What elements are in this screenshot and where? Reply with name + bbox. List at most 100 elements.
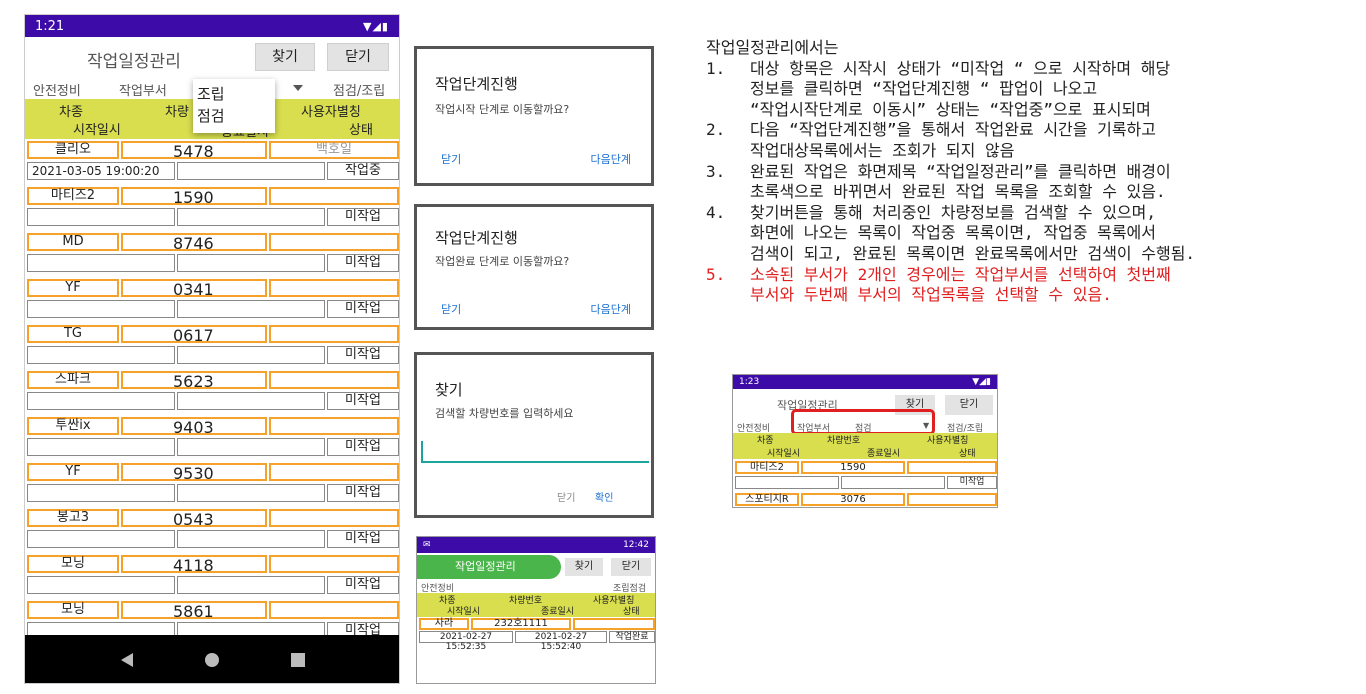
- row-alias[interactable]: [269, 233, 399, 251]
- page-title-green[interactable]: 작업일정관리: [417, 555, 561, 579]
- row-alias[interactable]: [269, 371, 399, 389]
- row-alias[interactable]: [269, 325, 399, 343]
- row-status: 미작업: [327, 438, 399, 456]
- row-start: 2021-02-27 15:52:35: [419, 631, 513, 652]
- dropdown-option-assembly[interactable]: 조립: [193, 83, 275, 105]
- row-number[interactable]: 1590: [121, 187, 267, 207]
- row-alias[interactable]: [907, 493, 997, 506]
- row-number[interactable]: 8746: [121, 233, 267, 253]
- row-number[interactable]: 4118: [121, 555, 267, 575]
- close-button[interactable]: 닫기: [327, 43, 389, 71]
- row-number[interactable]: 0543: [121, 509, 267, 529]
- dialog-close-button[interactable]: 닫기: [441, 301, 461, 317]
- header-start: 시작일시: [767, 449, 801, 459]
- row-status: 미작업: [327, 484, 399, 502]
- home-icon[interactable]: [205, 653, 219, 667]
- row-end: [841, 476, 945, 489]
- dialog-next-button[interactable]: 다음단계: [591, 301, 631, 317]
- dialog-message: 검색할 차량번호를 입력하세요: [435, 407, 574, 420]
- row-alias[interactable]: [269, 417, 399, 435]
- row-number[interactable]: 0341: [121, 279, 267, 299]
- row-alias[interactable]: [907, 461, 997, 474]
- page-title[interactable]: 작업일정관리: [87, 47, 181, 72]
- find-button[interactable]: 찾기: [565, 558, 603, 576]
- row-alias[interactable]: [269, 463, 399, 481]
- table-row[interactable]: 모닝 4118 미작업: [27, 555, 399, 601]
- main-phone-screenshot: 1:21 ▼◢▮ 작업일정관리 찾기 닫기 안전정비 작업부서 점검/조립 조립…: [24, 14, 400, 684]
- dialog-next-button[interactable]: 다음단계: [591, 151, 631, 167]
- dialog-title: 찾기: [435, 381, 463, 399]
- row-number[interactable]: 0617: [121, 325, 267, 345]
- row-type[interactable]: MD: [27, 233, 119, 251]
- close-button[interactable]: 닫기: [611, 558, 651, 576]
- search-cancel-button[interactable]: 닫기: [557, 489, 575, 504]
- row-type[interactable]: 투싼ix: [27, 417, 119, 435]
- row-number[interactable]: 3076: [801, 493, 905, 506]
- description-line: 5. 소속된 부서가 2개인 경우에는 작업부서를 선택하여 첫번째: [706, 265, 1346, 286]
- header-user-alias: 사용자별칭: [301, 105, 361, 120]
- status-bar: ✉ 12:42: [417, 537, 655, 553]
- row-number[interactable]: 5478: [121, 141, 267, 161]
- table-row[interactable]: YF 9530 미작업: [27, 463, 399, 509]
- row-number[interactable]: 9403: [121, 417, 267, 437]
- dialog-title: 작업단계진행: [435, 229, 518, 247]
- row-type[interactable]: YF: [27, 279, 119, 297]
- row-alias[interactable]: [269, 555, 399, 573]
- description-line: 2. 다음 “작업단계진행”을 통해서 작업완료 시간을 기록하고: [706, 120, 1346, 141]
- row-type[interactable]: TG: [27, 325, 119, 343]
- row-type[interactable]: YF: [27, 463, 119, 481]
- row-number[interactable]: 9530: [121, 463, 267, 483]
- row-alias[interactable]: 백호일: [269, 141, 399, 159]
- recents-icon[interactable]: [291, 653, 305, 667]
- find-button[interactable]: 찾기: [255, 43, 315, 71]
- row-alias[interactable]: [269, 509, 399, 527]
- table-row[interactable]: 마티즈2 1590 미작업: [27, 187, 399, 233]
- table-row[interactable]: 모닝 5861 미작업: [27, 601, 399, 637]
- row-number[interactable]: 5861: [121, 601, 267, 621]
- dept-dropdown-popup[interactable]: 조립 점검: [193, 79, 275, 133]
- table-row[interactable]: YF 0341 미작업: [27, 279, 399, 325]
- row-alias[interactable]: [269, 279, 399, 297]
- row-end: [177, 530, 325, 548]
- table-row[interactable]: TG 0617 미작업: [27, 325, 399, 371]
- dept-label[interactable]: 작업부서: [119, 80, 167, 99]
- row-type[interactable]: 클리오: [27, 141, 119, 159]
- chevron-down-icon[interactable]: [293, 85, 303, 91]
- row-number[interactable]: 5623: [121, 371, 267, 391]
- table-row[interactable]: 봉고3 0543 미작업: [27, 509, 399, 555]
- table-row[interactable]: 스파크 5623 미작업: [27, 371, 399, 417]
- row-alias[interactable]: [269, 187, 399, 205]
- search-ok-button[interactable]: 확인: [595, 489, 613, 504]
- row-type[interactable]: 스파크: [27, 371, 119, 389]
- row-type[interactable]: 마티즈2: [735, 461, 799, 474]
- back-icon[interactable]: [121, 653, 133, 667]
- row-status: 미작업: [327, 576, 399, 594]
- title-bar: 작업일정관리 찾기 닫기: [417, 553, 655, 581]
- description: 작업일정관리에서는 1. 대상 항목은 시작시 상태가 “미작업 “ 으로 시작하…: [706, 38, 1346, 306]
- row-alias[interactable]: [269, 601, 399, 619]
- row-type[interactable]: 모닝: [27, 555, 119, 573]
- close-button[interactable]: 닫기: [945, 395, 993, 415]
- description-line: 4. 찾기버튼을 통해 처리중인 차량정보를 검색할 수 있으며,: [706, 203, 1346, 224]
- dropdown-option-inspection[interactable]: 점검: [193, 105, 275, 127]
- dialog-close-button[interactable]: 닫기: [441, 151, 461, 167]
- description-heading: 작업일정관리에서는: [706, 38, 839, 57]
- row-alias[interactable]: [573, 618, 655, 630]
- table-row[interactable]: MD 8746 미작업: [27, 233, 399, 279]
- filter-left: 안전정비: [33, 84, 81, 99]
- row-type[interactable]: 마티즈2: [27, 187, 119, 205]
- row-number[interactable]: 232호1111: [471, 618, 571, 630]
- row-type[interactable]: 봉고3: [27, 509, 119, 527]
- status-time: 1:23: [739, 377, 760, 387]
- dialog-message: 작업시작 단계로 이동할까요?: [435, 103, 570, 116]
- table-row[interactable]: 투싼ix 9403 미작업: [27, 417, 399, 463]
- row-type[interactable]: 스포티지R: [735, 493, 799, 506]
- row-end: [177, 438, 325, 456]
- row-type[interactable]: 사라: [419, 618, 469, 630]
- row-type[interactable]: 모닝: [27, 601, 119, 619]
- car-number-input[interactable]: [421, 441, 649, 463]
- table-row[interactable]: 클리오 5478 백호일 2021-03-05 19:00:20 작업중: [27, 141, 399, 187]
- row-number[interactable]: 1590: [801, 461, 905, 474]
- description-text: 정보를 클릭하면 “작업단계진행 “ 팝업이 나오고: [750, 79, 1098, 99]
- row-status: 미작업: [327, 208, 399, 226]
